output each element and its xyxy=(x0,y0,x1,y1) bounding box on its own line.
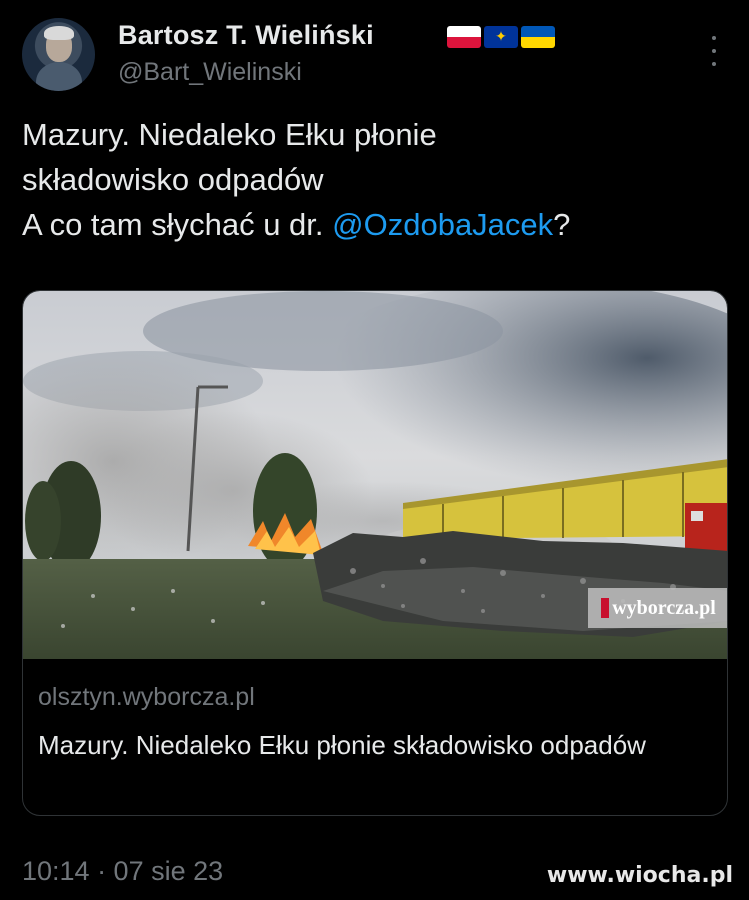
flag-eu-icon: ✦ xyxy=(484,26,518,48)
tweet-text: Mazury. Niedaleko Ełku płonie składowisk… xyxy=(22,112,727,247)
user-avatar[interactable] xyxy=(22,18,95,91)
flag-ukraine-icon xyxy=(521,26,555,48)
tweet-text-line-1: Mazury. Niedaleko Ełku płonie xyxy=(22,117,437,152)
card-image[interactable]: wyborcza.pl xyxy=(23,291,727,659)
more-vertical-icon[interactable] xyxy=(709,36,719,66)
author-flags: ✦ xyxy=(447,26,555,48)
image-watermark-text: wyborcza.pl xyxy=(612,596,716,619)
tweet-text-prefix: A co tam słychać u dr. xyxy=(22,207,333,242)
link-preview-card[interactable]: wyborcza.pl olsztyn.wyborcza.pl Mazury. … xyxy=(22,290,728,816)
image-watermark: wyborcza.pl xyxy=(588,588,727,628)
tweet-timestamp[interactable]: 10:14 · 07 sie 23 xyxy=(22,856,223,887)
tweet-text-suffix: ? xyxy=(553,207,571,242)
author-handle[interactable]: @Bart_Wielinski xyxy=(118,58,302,87)
card-domain[interactable]: olsztyn.wyborcza.pl xyxy=(38,683,255,712)
mention-link[interactable]: @OzdobaJacek xyxy=(332,207,553,242)
tweet-text-line-2: składowisko odpadów xyxy=(22,162,324,197)
flag-poland-icon xyxy=(447,26,481,48)
card-title[interactable]: Mazury. Niedaleko Ełku płonie składowisk… xyxy=(38,725,708,765)
avatar-body xyxy=(36,62,82,91)
wyborcza-logo-icon xyxy=(601,598,610,618)
site-watermark: www.wiocha.pl xyxy=(546,863,733,888)
author-display-name[interactable]: Bartosz T. Wieliński xyxy=(118,20,374,51)
avatar-hair xyxy=(44,26,74,40)
tweet-text-line-3: A co tam słychać u dr. @OzdobaJacek? xyxy=(22,202,727,247)
tweet-header: Bartosz T. Wieliński ✦ @Bart_Wielinski xyxy=(22,18,727,94)
